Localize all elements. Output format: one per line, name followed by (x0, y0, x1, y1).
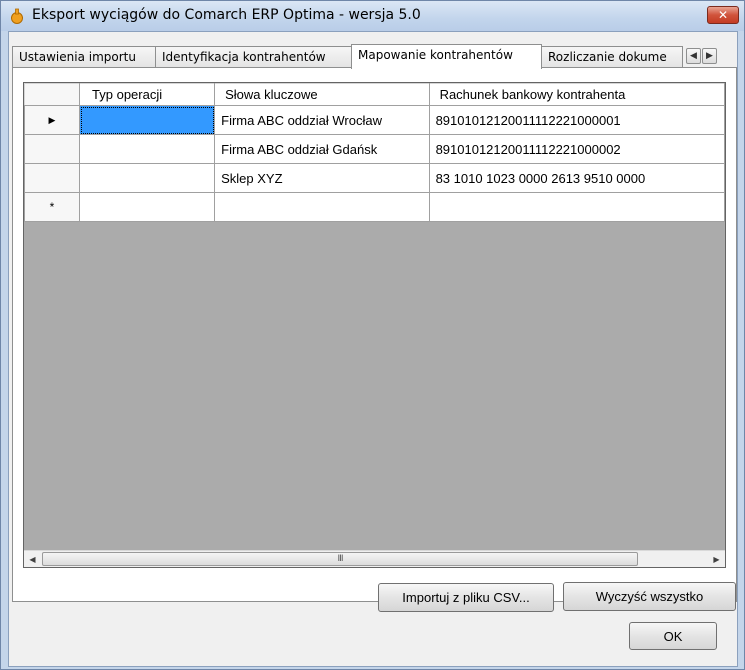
grid-corner[interactable] (24, 83, 81, 106)
cell-rachunek[interactable] (428, 192, 725, 222)
clear-all-label: Wyczyść wszystko (595, 589, 704, 604)
import-csv-button[interactable]: Importuj z pliku CSV... (378, 583, 554, 612)
window-title: Eksport wyciągów do Comarch ERP Optima -… (32, 7, 421, 23)
tab-mapowanie-kontrahentow[interactable]: Mapowanie kontrahentów (351, 44, 542, 69)
mapping-grid[interactable]: Typ operacji Słowa kluczowe Rachunek ban… (23, 82, 726, 568)
column-header-typ-operacji[interactable]: Typ operacji (79, 83, 216, 106)
scrollbar-thumb[interactable]: III (42, 552, 638, 566)
cell-typ-operacji[interactable] (79, 134, 216, 164)
ok-label: OK (663, 628, 683, 644)
grid-table: Typ operacji Słowa kluczowe Rachunek ban… (24, 83, 725, 222)
close-icon: ✕ (717, 8, 729, 22)
import-csv-label: Importuj z pliku CSV... (402, 590, 530, 605)
title-bar[interactable]: Eksport wyciągów do Comarch ERP Optima -… (1, 1, 744, 31)
scroll-left-icon[interactable]: ◀ (24, 551, 41, 567)
row-current-marker-icon[interactable]: ▶ (24, 105, 81, 135)
tab-scroll-left-icon[interactable]: ◀ (686, 48, 701, 64)
ok-button[interactable]: OK (629, 622, 717, 650)
cell-slowa-kluczowe[interactable]: Firma ABC oddział Wrocław (214, 105, 430, 135)
cell-rachunek[interactable]: 89101012120011112221000002 (428, 134, 725, 164)
horizontal-scrollbar[interactable]: ◀ III ▶ (24, 550, 725, 567)
tab-ustawienia-importu[interactable]: Ustawienia importu (12, 46, 156, 68)
cell-slowa-kluczowe[interactable] (214, 192, 430, 222)
table-row[interactable]: ▶ Firma ABC oddział Wrocław 891010121200… (24, 105, 725, 135)
tab-label: Identyfikacja kontrahentów (162, 50, 326, 64)
table-row[interactable]: Sklep XYZ 83 1010 1023 0000 2613 9510 00… (24, 163, 725, 193)
tab-label: Mapowanie kontrahentów (358, 48, 513, 62)
row-header[interactable] (24, 134, 81, 164)
scroll-right-icon[interactable]: ▶ (708, 551, 725, 567)
cell-rachunek[interactable]: 89101012120011112221000001 (428, 105, 725, 135)
app-icon (11, 8, 23, 24)
cell-typ-operacji[interactable] (79, 105, 216, 135)
client-area: Ustawienia importu Identyfikacja kontrah… (8, 31, 738, 667)
tab-label: Ustawienia importu (19, 50, 136, 64)
new-row[interactable]: * (24, 192, 725, 222)
tab-scroll-right-icon[interactable]: ▶ (702, 48, 717, 64)
table-row[interactable]: Firma ABC oddział Gdańsk 891010121200111… (24, 134, 725, 164)
tab-label: Rozliczanie dokume (548, 50, 667, 64)
cell-typ-operacji[interactable] (79, 163, 216, 193)
row-header[interactable] (24, 163, 81, 193)
column-header-rachunek[interactable]: Rachunek bankowy kontrahenta (428, 83, 725, 106)
cell-slowa-kluczowe[interactable]: Firma ABC oddział Gdańsk (214, 134, 430, 164)
close-button[interactable]: ✕ (707, 6, 739, 24)
column-header-slowa-kluczowe[interactable]: Słowa kluczowe (214, 83, 430, 106)
cell-typ-operacji[interactable] (79, 192, 216, 222)
dialog-window: Eksport wyciągów do Comarch ERP Optima -… (0, 0, 745, 670)
cell-rachunek[interactable]: 83 1010 1023 0000 2613 9510 0000 (428, 163, 725, 193)
new-row-marker-icon[interactable]: * (24, 192, 81, 222)
clear-all-button[interactable]: Wyczyść wszystko (563, 582, 736, 611)
cell-slowa-kluczowe[interactable]: Sklep XYZ (214, 163, 430, 193)
tab-page-mapowanie: Typ operacji Słowa kluczowe Rachunek ban… (12, 67, 737, 612)
tab-strip: Ustawienia importu Identyfikacja kontrah… (12, 44, 737, 69)
tab-rozliczanie-dokumentow[interactable]: Rozliczanie dokume (541, 46, 683, 68)
tab-identyfikacja-kontrahentow[interactable]: Identyfikacja kontrahentów (155, 46, 352, 68)
grid-header-row: Typ operacji Słowa kluczowe Rachunek ban… (24, 83, 725, 106)
